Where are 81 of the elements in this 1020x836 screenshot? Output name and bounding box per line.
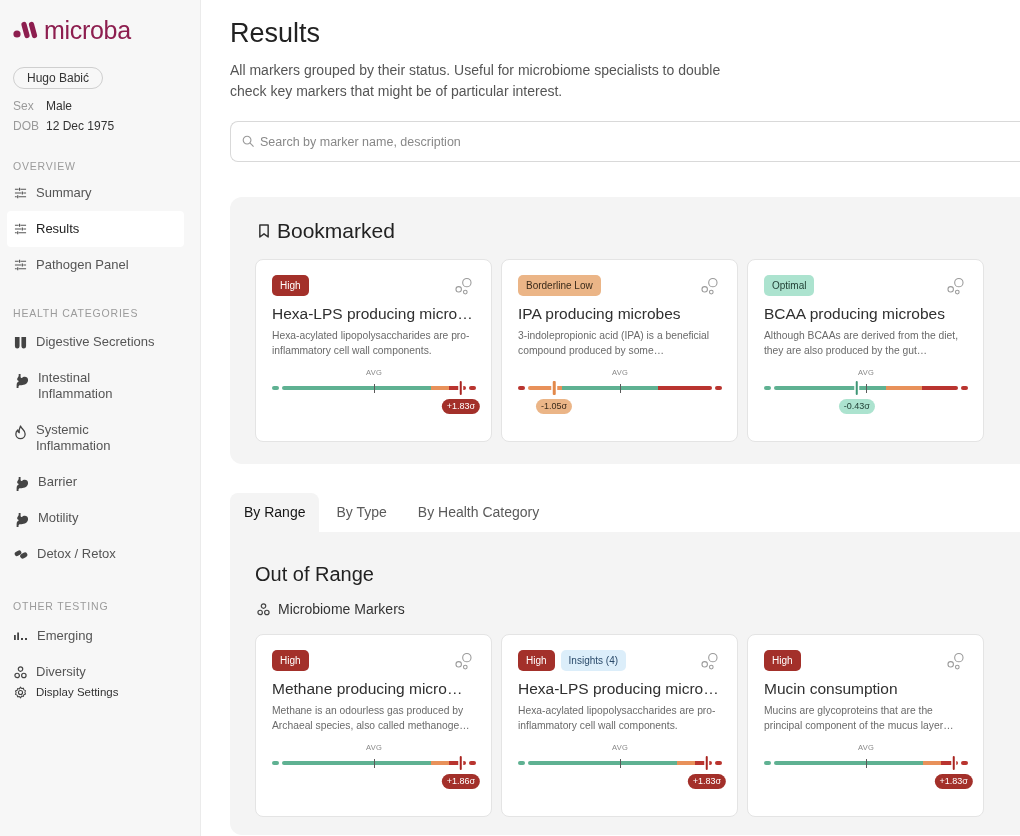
circles-icon: [14, 666, 27, 679]
avg-tick: [620, 758, 621, 768]
nav-item[interactable]: Results: [7, 211, 184, 247]
tab[interactable]: By Range: [230, 493, 320, 532]
nav-item[interactable]: Detox / Retox: [7, 536, 184, 572]
marker-title: Mucin consumption: [764, 679, 899, 699]
avg-tick: [866, 758, 867, 768]
sliders-icon: [14, 259, 27, 271]
capsules-icon: [14, 548, 28, 560]
field-value: 12 Dec 1975: [46, 118, 115, 135]
circles-icon: [947, 276, 964, 295]
marker-description: Hexa-acylated lipopolysaccharides are pro-inflammatory cell wall components.: [518, 704, 717, 733]
marker-description: Although BCAAs are derived from the diet, they are also produced by the gut…: [764, 329, 960, 358]
marker-title: Hexa-LPS producing micro…: [272, 304, 474, 324]
deviation-badge: -0.43σ: [838, 399, 875, 414]
marker-title: Methane producing micro…: [272, 679, 464, 699]
circles-icon: [701, 651, 718, 670]
section-heading: OTHER TESTING: [12, 599, 110, 613]
sliders-icon: [14, 187, 27, 199]
status-badge: High: [764, 650, 801, 671]
nav-item[interactable]: Barrier: [7, 464, 184, 500]
stomach-icon: [14, 373, 29, 388]
status-badge: Optimal: [764, 275, 815, 296]
circles-icon: [455, 276, 472, 295]
nav-item[interactable]: Digestive Secretions: [7, 324, 184, 360]
stomach-icon: [14, 512, 29, 527]
circles-icon: [455, 651, 472, 670]
section-heading: OVERVIEW: [12, 159, 77, 173]
circles-icon: [701, 276, 718, 295]
deviation-badge: +1.83σ: [687, 774, 727, 789]
flame-icon: [14, 425, 27, 440]
marker-title: IPA producing microbes: [518, 304, 682, 324]
settings-icon: [14, 685, 27, 699]
avg-tick: [374, 758, 375, 768]
panel-title: Bookmarked: [277, 218, 395, 244]
section-heading: HEALTH CATEGORIES: [12, 306, 140, 320]
status-badge: High: [272, 650, 309, 671]
circles-icon: [947, 651, 964, 670]
nav-item[interactable]: Motility: [7, 500, 184, 536]
page-description: All markers grouped by their status. Useful for microbiome specialists to double check key markers that might be of particular interest.: [230, 61, 722, 101]
avg-tick: [620, 383, 621, 393]
status-badge: Borderline Low: [518, 275, 601, 296]
deviation-badge: +1.86σ: [441, 774, 481, 789]
marker-title: Hexa-LPS producing micro…: [518, 679, 720, 699]
search-field[interactable]: Search by marker name, description: [230, 121, 1020, 162]
nav-item[interactable]: Summary: [7, 175, 184, 211]
field-label: DOB: [13, 118, 40, 135]
deviation-badge: +1.83σ: [441, 399, 481, 414]
marker-description: 3-indolepropionic acid (IPA) is a beneficial compound produced by some…: [518, 329, 710, 358]
deviation-badge: +1.83σ: [934, 774, 973, 789]
page-title: Results: [230, 17, 322, 50]
insights-badge: Insights (4): [560, 650, 627, 671]
bar-chart-icon: [14, 630, 28, 640]
circles-icon: [257, 602, 270, 616]
nav-item[interactable]: Emerging: [7, 618, 184, 654]
status-badge: High: [272, 275, 309, 296]
deviation-badge: -1.05σ: [536, 399, 573, 414]
status-badge: High: [518, 650, 555, 671]
avg-tick: [866, 383, 867, 393]
nav-item[interactable]: Systemic Inflammation: [7, 412, 184, 464]
bookmark-icon: [258, 223, 270, 239]
marker-description: Methane is an odourless gas produced by Archaeal species, also called methanoge…: [272, 704, 471, 733]
test-tubes-icon: [14, 336, 27, 349]
marker-title: BCAA producing microbes: [764, 304, 946, 324]
nav-item[interactable]: Intestinal Inflammation: [7, 360, 184, 412]
field-label: Sex: [13, 98, 35, 115]
sliders-icon: [14, 223, 27, 235]
group-title: Microbiome Markers: [278, 600, 405, 619]
marker-description: Hexa-acylated lipopolysaccharides are pro-inflammatory cell wall components.: [272, 329, 471, 358]
stomach-icon: [14, 476, 29, 491]
tab[interactable]: By Type: [322, 493, 401, 532]
logo-icon: [13, 20, 38, 40]
avg-tick: [374, 383, 375, 393]
search-icon: [242, 135, 254, 147]
field-value: Male: [46, 98, 72, 115]
brand-name: microba: [44, 16, 131, 44]
marker-description: Mucins are glycoproteins that are the principal component of the mucus layer…: [764, 704, 955, 733]
section-title: Out of Range: [255, 562, 375, 587]
nav-item[interactable]: Pathogen Panel: [7, 247, 184, 283]
tab[interactable]: By Health Category: [403, 493, 554, 532]
display-settings-link[interactable]: Display Settings: [14, 685, 119, 699]
